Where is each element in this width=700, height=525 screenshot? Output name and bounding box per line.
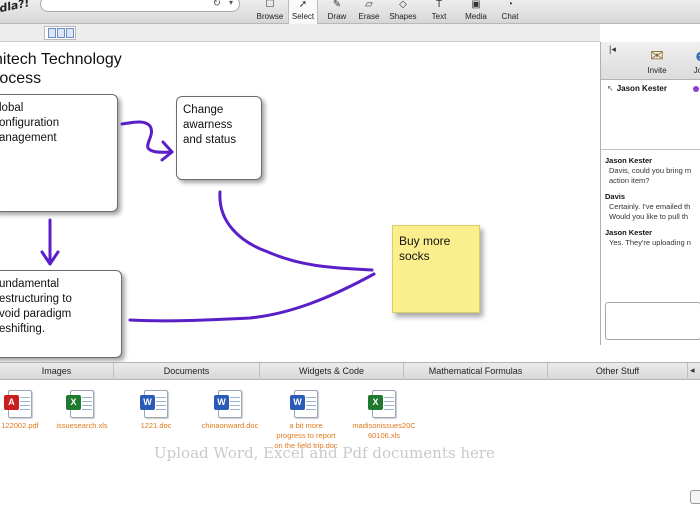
page-thumbnail-icon[interactable] [57, 28, 65, 38]
panel-toggle[interactable] [690, 490, 700, 504]
app-logo: dla?! [0, 0, 31, 16]
cursor-icon: ↖ [607, 84, 614, 93]
document-tray: A 122002.pdf X issuesearch.xls W 1221.do… [0, 380, 700, 525]
file-item[interactable]: W a bit more progress to report on the f… [268, 390, 344, 451]
tool-select[interactable]: ➚ Select [288, 0, 318, 24]
pdf-file-icon: A [4, 390, 32, 418]
participant-item[interactable]: ↖ Jason Kester [607, 84, 667, 93]
tab-images[interactable]: Images [0, 363, 114, 380]
page-strip [0, 24, 600, 42]
text-icon: T [435, 0, 443, 10]
chat-message: Davis Certainly. I've emailed th Would y… [605, 192, 691, 221]
browse-icon: ☐ [265, 0, 275, 10]
ink-strokes [40, 120, 376, 323]
presence-status-dot [693, 86, 699, 92]
file-item[interactable]: W 1221.doc [118, 390, 194, 431]
tool-text[interactable]: T Text [424, 0, 454, 24]
chat-icon: ◔ [506, 0, 514, 10]
chat-log: Jason Kester Davis, could you bring m ac… [601, 152, 700, 292]
tab-documents[interactable]: Documents [114, 363, 260, 380]
tool-browse[interactable]: ☐ Browse [252, 0, 288, 24]
excel-file-icon: X [368, 390, 396, 418]
chevron-down-icon[interactable]: ▾ [229, 0, 233, 7]
eraser-icon: ▱ [365, 0, 373, 10]
collaboration-panel: |◂ ✉ Invite ☻ Join ↖Jason Kester Jason K… [600, 42, 700, 345]
word-file-icon: W [290, 390, 318, 418]
tool-chat[interactable]: ◔ Chat [496, 0, 524, 24]
join-button[interactable]: ☻ Join [686, 48, 700, 75]
tab-other-stuff[interactable]: Other Stuff [548, 363, 688, 380]
pencil-icon: ✎ [332, 0, 342, 10]
word-file-icon: W [140, 390, 168, 418]
word-file-icon: W [214, 390, 242, 418]
page-thumbnail-icon[interactable] [66, 28, 74, 38]
media-icon: ▣ [471, 0, 481, 10]
ink-curve-fundamental-to-note [128, 272, 376, 323]
address-bar[interactable]: ↻ ▾ [40, 0, 240, 12]
top-toolbar: dla?! ↻ ▾ ☐ Browse ➚ Select ✎ Draw ▱ Era… [0, 0, 700, 24]
file-item[interactable]: X madisonissues20C 60106.xls [346, 390, 422, 441]
tool-media[interactable]: ▣ Media [460, 0, 492, 24]
chat-input[interactable] [605, 302, 700, 340]
resource-tabs: Images Documents Widgets & Code Mathemat… [0, 362, 700, 380]
chat-message: Jason Kester Yes. They're uploading n [605, 228, 691, 247]
shapes-icon: ◇ [399, 0, 407, 10]
tool-erase[interactable]: ▱ Erase [354, 0, 384, 24]
upload-drop-hint[interactable]: Upload Word, Excel and Pdf documents her… [154, 444, 495, 462]
envelope-icon: ✉ [650, 48, 664, 65]
panel-header: |◂ ✉ Invite ☻ Join [601, 42, 700, 80]
excel-file-icon: X [66, 390, 94, 418]
tab-widgets-code[interactable]: Widgets & Code [260, 363, 404, 380]
arrow-cursor-icon: ➚ [298, 0, 308, 10]
collapse-panel-icon[interactable]: |◂ [609, 44, 616, 55]
file-item[interactable]: W chinaonward.doc [192, 390, 268, 431]
participant-list: ↖ Jason Kester [601, 80, 700, 150]
ink-arrow-to-change [120, 120, 174, 154]
tabs-scroll-icon[interactable]: ◂ [690, 365, 695, 376]
tool-draw[interactable]: ✎ Draw [322, 0, 352, 24]
whiteboard-canvas[interactable]: nitech Technology rocess lobal onfigurat… [0, 42, 600, 362]
refresh-icon[interactable]: ↻ [213, 0, 221, 9]
file-item[interactable]: X issuesearch.xls [44, 390, 120, 431]
ink-curve-change-to-note [218, 190, 374, 272]
tool-shapes[interactable]: ◇ Shapes [386, 0, 420, 24]
join-icon: ☻ [686, 48, 700, 66]
page-thumbnail-icon[interactable] [48, 28, 56, 38]
whiteboard-app: dla?! ↻ ▾ ☐ Browse ➚ Select ✎ Draw ▱ Era… [0, 0, 700, 525]
page-thumbnails[interactable] [44, 26, 76, 40]
tab-mathematical-formulas[interactable]: Mathematical Formulas [404, 363, 548, 380]
chat-message: Jason Kester Davis, could you bring m ac… [605, 156, 692, 185]
invite-button[interactable]: ✉ Invite [642, 48, 672, 75]
